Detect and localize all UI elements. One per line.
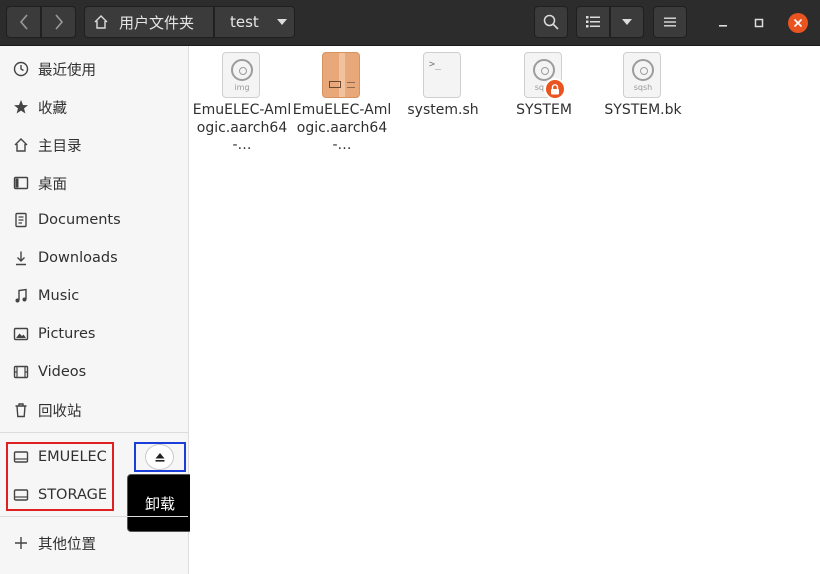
video-icon bbox=[12, 363, 30, 381]
forward-button[interactable] bbox=[41, 6, 76, 38]
sidebar-item-label: 主目录 bbox=[38, 138, 82, 155]
sidebar-item-label: 其他位置 bbox=[38, 536, 96, 553]
clock-icon bbox=[12, 60, 30, 78]
lock-icon bbox=[544, 78, 566, 100]
breadcrumb-current[interactable]: test bbox=[214, 6, 295, 38]
header-bar: 用户文件夹 test bbox=[0, 0, 820, 46]
eject-button[interactable] bbox=[145, 444, 174, 470]
view-options-dropdown[interactable] bbox=[610, 6, 644, 38]
breadcrumb-home[interactable]: 用户文件夹 bbox=[84, 6, 214, 38]
sidebar-item-home[interactable]: 主目录 bbox=[0, 126, 188, 164]
sidebar-item-label: Pictures bbox=[38, 326, 96, 342]
picture-icon bbox=[12, 325, 30, 343]
home-icon bbox=[94, 15, 108, 29]
sidebar-item-label: 桌面 bbox=[38, 176, 67, 193]
sidebar-item-label: Downloads bbox=[38, 250, 118, 266]
sidebar-item-other-locations[interactable]: 其他位置 bbox=[0, 524, 188, 562]
file-name: system.sh bbox=[407, 102, 479, 118]
sidebar-item-documents[interactable]: Documents bbox=[0, 201, 188, 239]
sidebar-item-label: Videos bbox=[38, 364, 87, 380]
star-icon bbox=[12, 98, 30, 116]
chevron-right-icon bbox=[54, 14, 63, 30]
file-name: EmuELEC-Amlogic.aarch64-… bbox=[192, 102, 292, 153]
desktop-icon bbox=[12, 174, 30, 192]
sidebar-item-starred[interactable]: 收藏 bbox=[0, 88, 188, 126]
caret-down-icon bbox=[622, 19, 632, 25]
sidebar-divider bbox=[0, 516, 188, 517]
trash-icon bbox=[12, 401, 30, 419]
sidebar-item-label: Documents bbox=[38, 212, 121, 228]
file-view: img EmuELEC-Amlogic.aarch64-… EmuELEC-Am… bbox=[190, 46, 820, 574]
search-button[interactable] bbox=[534, 6, 568, 38]
chevron-left-icon bbox=[19, 14, 28, 30]
file-name: SYSTEM.bk bbox=[604, 102, 682, 118]
sidebar-item-desktop[interactable]: 桌面 bbox=[0, 164, 188, 202]
sidebar-item-label: 最近使用 bbox=[38, 62, 96, 79]
file-item[interactable]: EmuELEC-Amlogic.aarch64-… bbox=[292, 52, 392, 155]
back-button[interactable] bbox=[6, 6, 41, 38]
sidebar-item-pictures[interactable]: Pictures bbox=[0, 315, 188, 353]
file-item[interactable]: >_ system.sh bbox=[393, 52, 493, 120]
sidebar-item-label: Music bbox=[38, 288, 80, 304]
sidebar-item-label: 回收站 bbox=[38, 403, 82, 420]
disc-image-file-icon: img bbox=[222, 52, 262, 98]
file-name: EmuELEC-Amlogic.aarch64-… bbox=[292, 102, 392, 153]
minimize-icon bbox=[719, 25, 727, 27]
eject-icon bbox=[155, 453, 164, 462]
sidebar-item-videos[interactable]: Videos bbox=[0, 353, 188, 391]
file-name: SYSTEM bbox=[516, 102, 572, 118]
sidebar-item-trash[interactable]: 回收站 bbox=[0, 391, 188, 429]
menu-button[interactable] bbox=[653, 6, 687, 38]
download-icon bbox=[12, 249, 30, 267]
sidebar-item-music[interactable]: Music bbox=[0, 277, 188, 315]
breadcrumb-current-label: test bbox=[230, 13, 259, 31]
search-icon bbox=[543, 14, 559, 30]
sidebar-item-downloads[interactable]: Downloads bbox=[0, 239, 188, 277]
document-icon bbox=[12, 211, 30, 229]
file-item[interactable]: sqsh SYSTEM.bk bbox=[593, 52, 693, 120]
minimize-button[interactable] bbox=[713, 13, 733, 33]
home-icon bbox=[12, 136, 30, 154]
sidebar-item-label: 收藏 bbox=[38, 100, 67, 117]
file-item[interactable]: sqsh SYSTEM bbox=[494, 52, 594, 120]
archive-file-icon bbox=[322, 52, 362, 98]
disc-image-file-icon: sqsh bbox=[524, 52, 566, 100]
sidebar-item-recent[interactable]: 最近使用 bbox=[0, 50, 188, 88]
eject-tooltip-text: 卸载 bbox=[144, 494, 175, 513]
breadcrumb-home-label: 用户文件夹 bbox=[119, 13, 195, 32]
caret-down-icon bbox=[276, 19, 287, 25]
highlight-box-devices bbox=[6, 442, 114, 511]
file-item[interactable]: img EmuELEC-Amlogic.aarch64-… bbox=[192, 52, 292, 155]
music-icon bbox=[12, 287, 30, 305]
sidebar-divider bbox=[0, 432, 188, 433]
maximize-icon bbox=[754, 18, 764, 28]
disc-image-file-icon: sqsh bbox=[623, 52, 663, 98]
close-icon bbox=[793, 18, 803, 28]
maximize-button[interactable] bbox=[749, 13, 769, 33]
sidebar: 最近使用 收藏 主目录 桌面 Documents Downloads Music… bbox=[0, 46, 193, 574]
plus-icon bbox=[12, 534, 30, 552]
view-mode-button[interactable] bbox=[576, 6, 610, 38]
script-file-icon: >_ bbox=[423, 52, 463, 98]
hamburger-icon bbox=[664, 17, 676, 27]
list-view-icon bbox=[586, 16, 600, 28]
close-button[interactable] bbox=[788, 13, 808, 33]
